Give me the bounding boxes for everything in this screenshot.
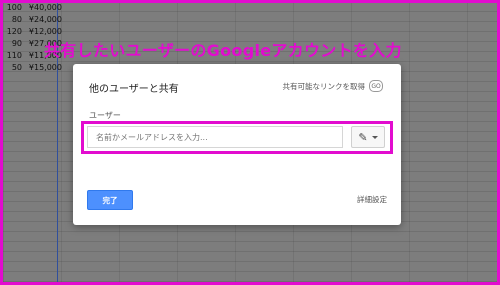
row-amount: ¥24,000 xyxy=(28,15,62,24)
dialog-title: 他のユーザーと共有 xyxy=(89,84,179,95)
name-or-email-input[interactable] xyxy=(87,126,343,148)
row-quantity: 120 xyxy=(6,27,22,36)
users-label: ユーザー xyxy=(89,111,121,120)
row-amount: ¥40,000 xyxy=(28,3,62,12)
sheet-row: 80 ¥24,000 xyxy=(6,15,66,27)
row-quantity: 110 xyxy=(6,51,22,60)
annotation-title: 共有したいユーザーのGoogleアカウントを入力 xyxy=(44,41,402,60)
get-shareable-link[interactable]: 共有可能なリンクを取得 GO xyxy=(282,80,383,92)
share-dialog: 他のユーザーと共有 共有可能なリンクを取得 GO ユーザー ✎ 完了 詳細設定 xyxy=(73,64,401,225)
row-quantity: 50 xyxy=(11,63,22,72)
sheet-row: 100 ¥40,000 xyxy=(6,3,66,15)
chevron-down-icon xyxy=(371,136,378,139)
advanced-settings-link[interactable]: 詳細設定 xyxy=(357,194,387,205)
link-icon[interactable]: GO xyxy=(369,80,383,92)
row-amount: ¥15,000 xyxy=(28,63,62,72)
get-link-label: 共有可能なリンクを取得 xyxy=(282,81,366,91)
permission-dropdown-button[interactable]: ✎ xyxy=(351,126,385,148)
done-button[interactable]: 完了 xyxy=(87,190,133,210)
row-quantity: 80 xyxy=(11,15,22,24)
row-quantity: 90 xyxy=(11,39,22,48)
row-quantity: 100 xyxy=(6,3,22,12)
sheet-row: 50 ¥15,000 xyxy=(6,63,66,75)
pencil-icon: ✎ xyxy=(358,130,368,144)
